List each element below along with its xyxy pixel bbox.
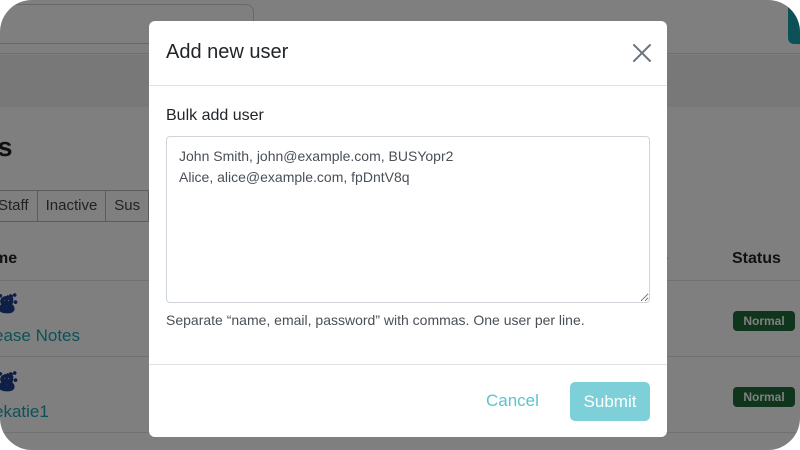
modal-title: Add new user [166,41,289,63]
modal-body: Bulk add user Separate “name, email, pas… [166,107,650,328]
help-text: Separate “name, email, password” with co… [166,312,585,328]
bulk-add-label: Bulk add user [166,107,264,124]
cancel-button[interactable]: Cancel [486,391,539,411]
submit-button[interactable]: Submit [570,382,650,421]
modal-footer: Cancel Submit [149,364,667,437]
close-icon[interactable] [631,42,653,64]
add-user-modal: Add new user Bulk add user Separate “nam… [149,21,667,437]
modal-header: Add new user [149,21,667,86]
screen-frame: ers Staff Inactive Sus me e Status ⛇ eas… [0,0,800,450]
bulk-add-textarea[interactable] [166,136,650,303]
